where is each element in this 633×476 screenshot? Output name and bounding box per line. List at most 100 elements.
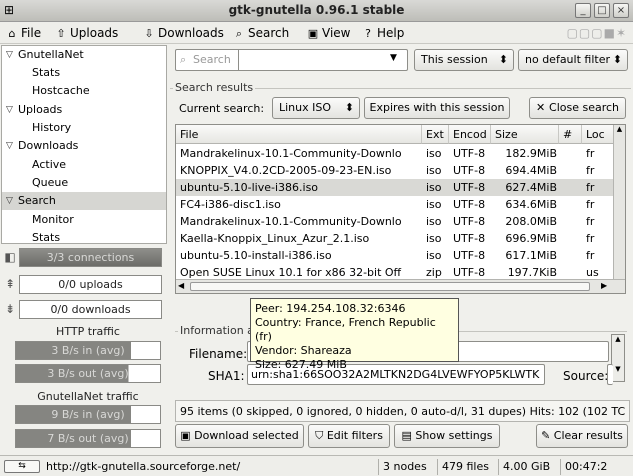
col-loc[interactable]: Loc: [582, 125, 614, 144]
col-encod[interactable]: Encod: [449, 125, 491, 144]
cell-size: 694.4MiB: [505, 164, 557, 177]
status-url[interactable]: http://gtk-gnutella.sourceforge.net/: [46, 460, 240, 473]
scroll-right-icon[interactable]: ▶: [601, 281, 607, 290]
cell-size: 617.1MiB: [505, 249, 557, 262]
expander-icon[interactable]: ▽: [6, 137, 13, 155]
cell-enc: UTF-8: [453, 147, 486, 160]
col-ext[interactable]: Ext: [422, 125, 449, 144]
help-icon: ?: [365, 27, 371, 40]
table-row[interactable]: ubuntu-5.10-install-i386.iso iso UTF-8 617.…: [176, 247, 613, 264]
cell-file: ubuntu-5.10-live-i386.iso: [180, 181, 319, 194]
close-icon: ✕: [535, 101, 550, 114]
expires-button[interactable]: Expires with this session: [364, 97, 510, 119]
menu-uploads[interactable]: ⇧ Uploads: [55, 25, 118, 41]
sidebar-item-queue[interactable]: Queue: [2, 174, 166, 192]
filename-label: Filename:: [189, 347, 248, 361]
menu-view[interactable]: ▣ View: [307, 25, 351, 41]
source-field[interactable]: [607, 364, 613, 385]
cell-ext: iso: [426, 249, 442, 262]
broom-icon: ✎: [541, 429, 554, 442]
col-size[interactable]: Size: [491, 125, 559, 144]
gnet-in-bar: 9 B/s in (avg): [15, 405, 161, 424]
scroll-down-icon[interactable]: ▼: [612, 365, 624, 373]
search-placeholder-icon: ⌕: [180, 53, 187, 66]
cell-size: 627.4MiB: [505, 181, 557, 194]
show-settings-button[interactable]: ▤ Show settings: [394, 424, 500, 448]
cell-file: KNOPPIX_V4.0.2CD-2005-09-23-EN.iso: [180, 164, 392, 177]
table-row[interactable]: Kaella-Knoppix_Linux_Azur_2.1.iso iso UTF-…: [176, 230, 613, 247]
cell-file: Mandrakelinux-10.1-Community-Downlo: [180, 147, 402, 160]
status-bar: ⇆ http://gtk-gnutella.sourceforge.net/ 3…: [0, 455, 633, 476]
col-count[interactable]: #: [559, 125, 582, 144]
sha1-label: SHA1:: [208, 369, 245, 383]
http-out-bar: 3 B/s out (avg): [15, 364, 161, 383]
hscroll-thumb[interactable]: [190, 282, 590, 291]
status-time: 00:47:2: [560, 459, 611, 475]
sidebar-tree: ▽ GnutellaNet Stats Hostcache ▽ Uploads Hi…: [1, 45, 167, 244]
table-vscroll[interactable]: ▲: [613, 125, 625, 279]
sidebar-item-search[interactable]: ▽ Search: [2, 192, 166, 210]
sidebar-item-gnutellanet[interactable]: ▽ GnutellaNet: [2, 46, 166, 64]
peer-tooltip: Peer: 194.254.108.32:6346 Country: Franc…: [250, 298, 459, 371]
menu-search[interactable]: ⌕ Search: [233, 25, 289, 41]
table-row[interactable]: Mandrakelinux-10.1-Community-Downlo iso UT…: [176, 213, 613, 230]
network-icon[interactable]: ⇆: [4, 460, 40, 473]
table-row[interactable]: ubuntu-5.10-live-i386.iso iso UTF-8 627.4Mi…: [176, 179, 613, 196]
results-table[interactable]: File Ext Encod Size # Loc Mandrakelinux-…: [175, 124, 626, 294]
sidebar-item-history[interactable]: History: [2, 119, 166, 137]
table-row[interactable]: Mandrakelinux-10.1-Community-Downlo iso UT…: [176, 145, 613, 162]
download-icon[interactable]: ⇟: [2, 301, 18, 317]
filter-select[interactable]: no default filter ⬍: [518, 49, 628, 71]
connections-icon[interactable]: ◧: [2, 249, 18, 265]
sidebar-item-monitor[interactable]: Monitor: [2, 211, 166, 229]
sidebar-item-hostcache[interactable]: Hostcache: [2, 82, 166, 100]
expander-icon[interactable]: ▽: [6, 46, 13, 64]
table-row[interactable]: KNOPPIX_V4.0.2CD-2005-09-23-EN.iso iso UTF…: [176, 162, 613, 179]
session-select[interactable]: This session ⬍: [414, 49, 514, 71]
upload-icon[interactable]: ⇞: [2, 276, 18, 292]
cell-loc: fr: [586, 147, 595, 160]
info-legend: Information a: [178, 324, 256, 337]
cell-size: 634.6MiB: [505, 198, 557, 211]
gnet-traffic-label: GnutellaNet traffic: [37, 390, 139, 403]
minimize-button[interactable]: _: [575, 3, 591, 18]
col-file[interactable]: File: [176, 125, 422, 144]
cell-ext: iso: [426, 232, 442, 245]
scroll-left-icon[interactable]: ◀: [178, 281, 184, 290]
scroll-up-icon[interactable]: ▲: [614, 125, 625, 136]
close-search-button[interactable]: ✕ Close search: [529, 97, 626, 119]
sidebar-item-stats[interactable]: Stats: [2, 64, 166, 82]
sidebar-item-downloads[interactable]: ▽ Downloads: [2, 137, 166, 155]
menu-downloads[interactable]: ⇩ Downloads: [143, 25, 224, 41]
toolbar-status-icons: ▢▢▢■✶: [566, 26, 627, 40]
table-row[interactable]: FC4-i386-disc1.iso iso UTF-8 634.6MiB fr: [176, 196, 613, 213]
download-selected-button[interactable]: ▣ Download selected: [175, 424, 304, 448]
search-combo[interactable]: ⌕ Search ▼: [175, 49, 408, 71]
maximize-button[interactable]: □: [594, 3, 610, 18]
clear-results-button[interactable]: ✎ Clear results: [536, 424, 628, 448]
info-obscured-row: [178, 390, 618, 398]
scroll-up-icon[interactable]: ▲: [612, 335, 624, 343]
current-search-select[interactable]: Linux ISO ⬍: [272, 97, 360, 119]
edit-filters-button[interactable]: ⛉ Edit filters: [308, 424, 390, 448]
menu-file[interactable]: ⌂ File: [6, 25, 42, 41]
close-window-button[interactable]: ×: [613, 3, 629, 18]
cell-loc: fr: [586, 198, 595, 211]
menu-bar: ⌂ File ⇧ Uploads ⇩ Downloads ⌕ Search ▣ View …: [0, 22, 633, 44]
cell-ext: iso: [426, 181, 442, 194]
tooltip-vendor: Vendor: Shareaza: [255, 344, 352, 357]
expander-icon[interactable]: ▽: [6, 101, 13, 119]
status-nodes: 3 nodes: [378, 459, 431, 475]
search-placeholder: Search: [193, 53, 231, 66]
window-title: gtk-gnutella 0.96.1 stable: [228, 3, 405, 17]
info-vscroll[interactable]: ▲ ▼: [611, 334, 625, 382]
source-label: Source:: [563, 369, 609, 383]
expander-icon[interactable]: ▽: [6, 192, 13, 210]
summary-bar: 95 items (0 skipped, 0 ignored, 0 hidden…: [175, 400, 630, 422]
status-size: 4.00 GiB: [498, 459, 554, 475]
chevron-down-icon[interactable]: ▼: [390, 53, 397, 63]
sidebar-item-uploads[interactable]: ▽ Uploads: [2, 101, 166, 119]
sidebar-item-active[interactable]: Active: [2, 156, 166, 174]
menu-help[interactable]: ? Help: [362, 25, 404, 41]
table-hscroll[interactable]: ◀ ▶: [176, 279, 625, 293]
